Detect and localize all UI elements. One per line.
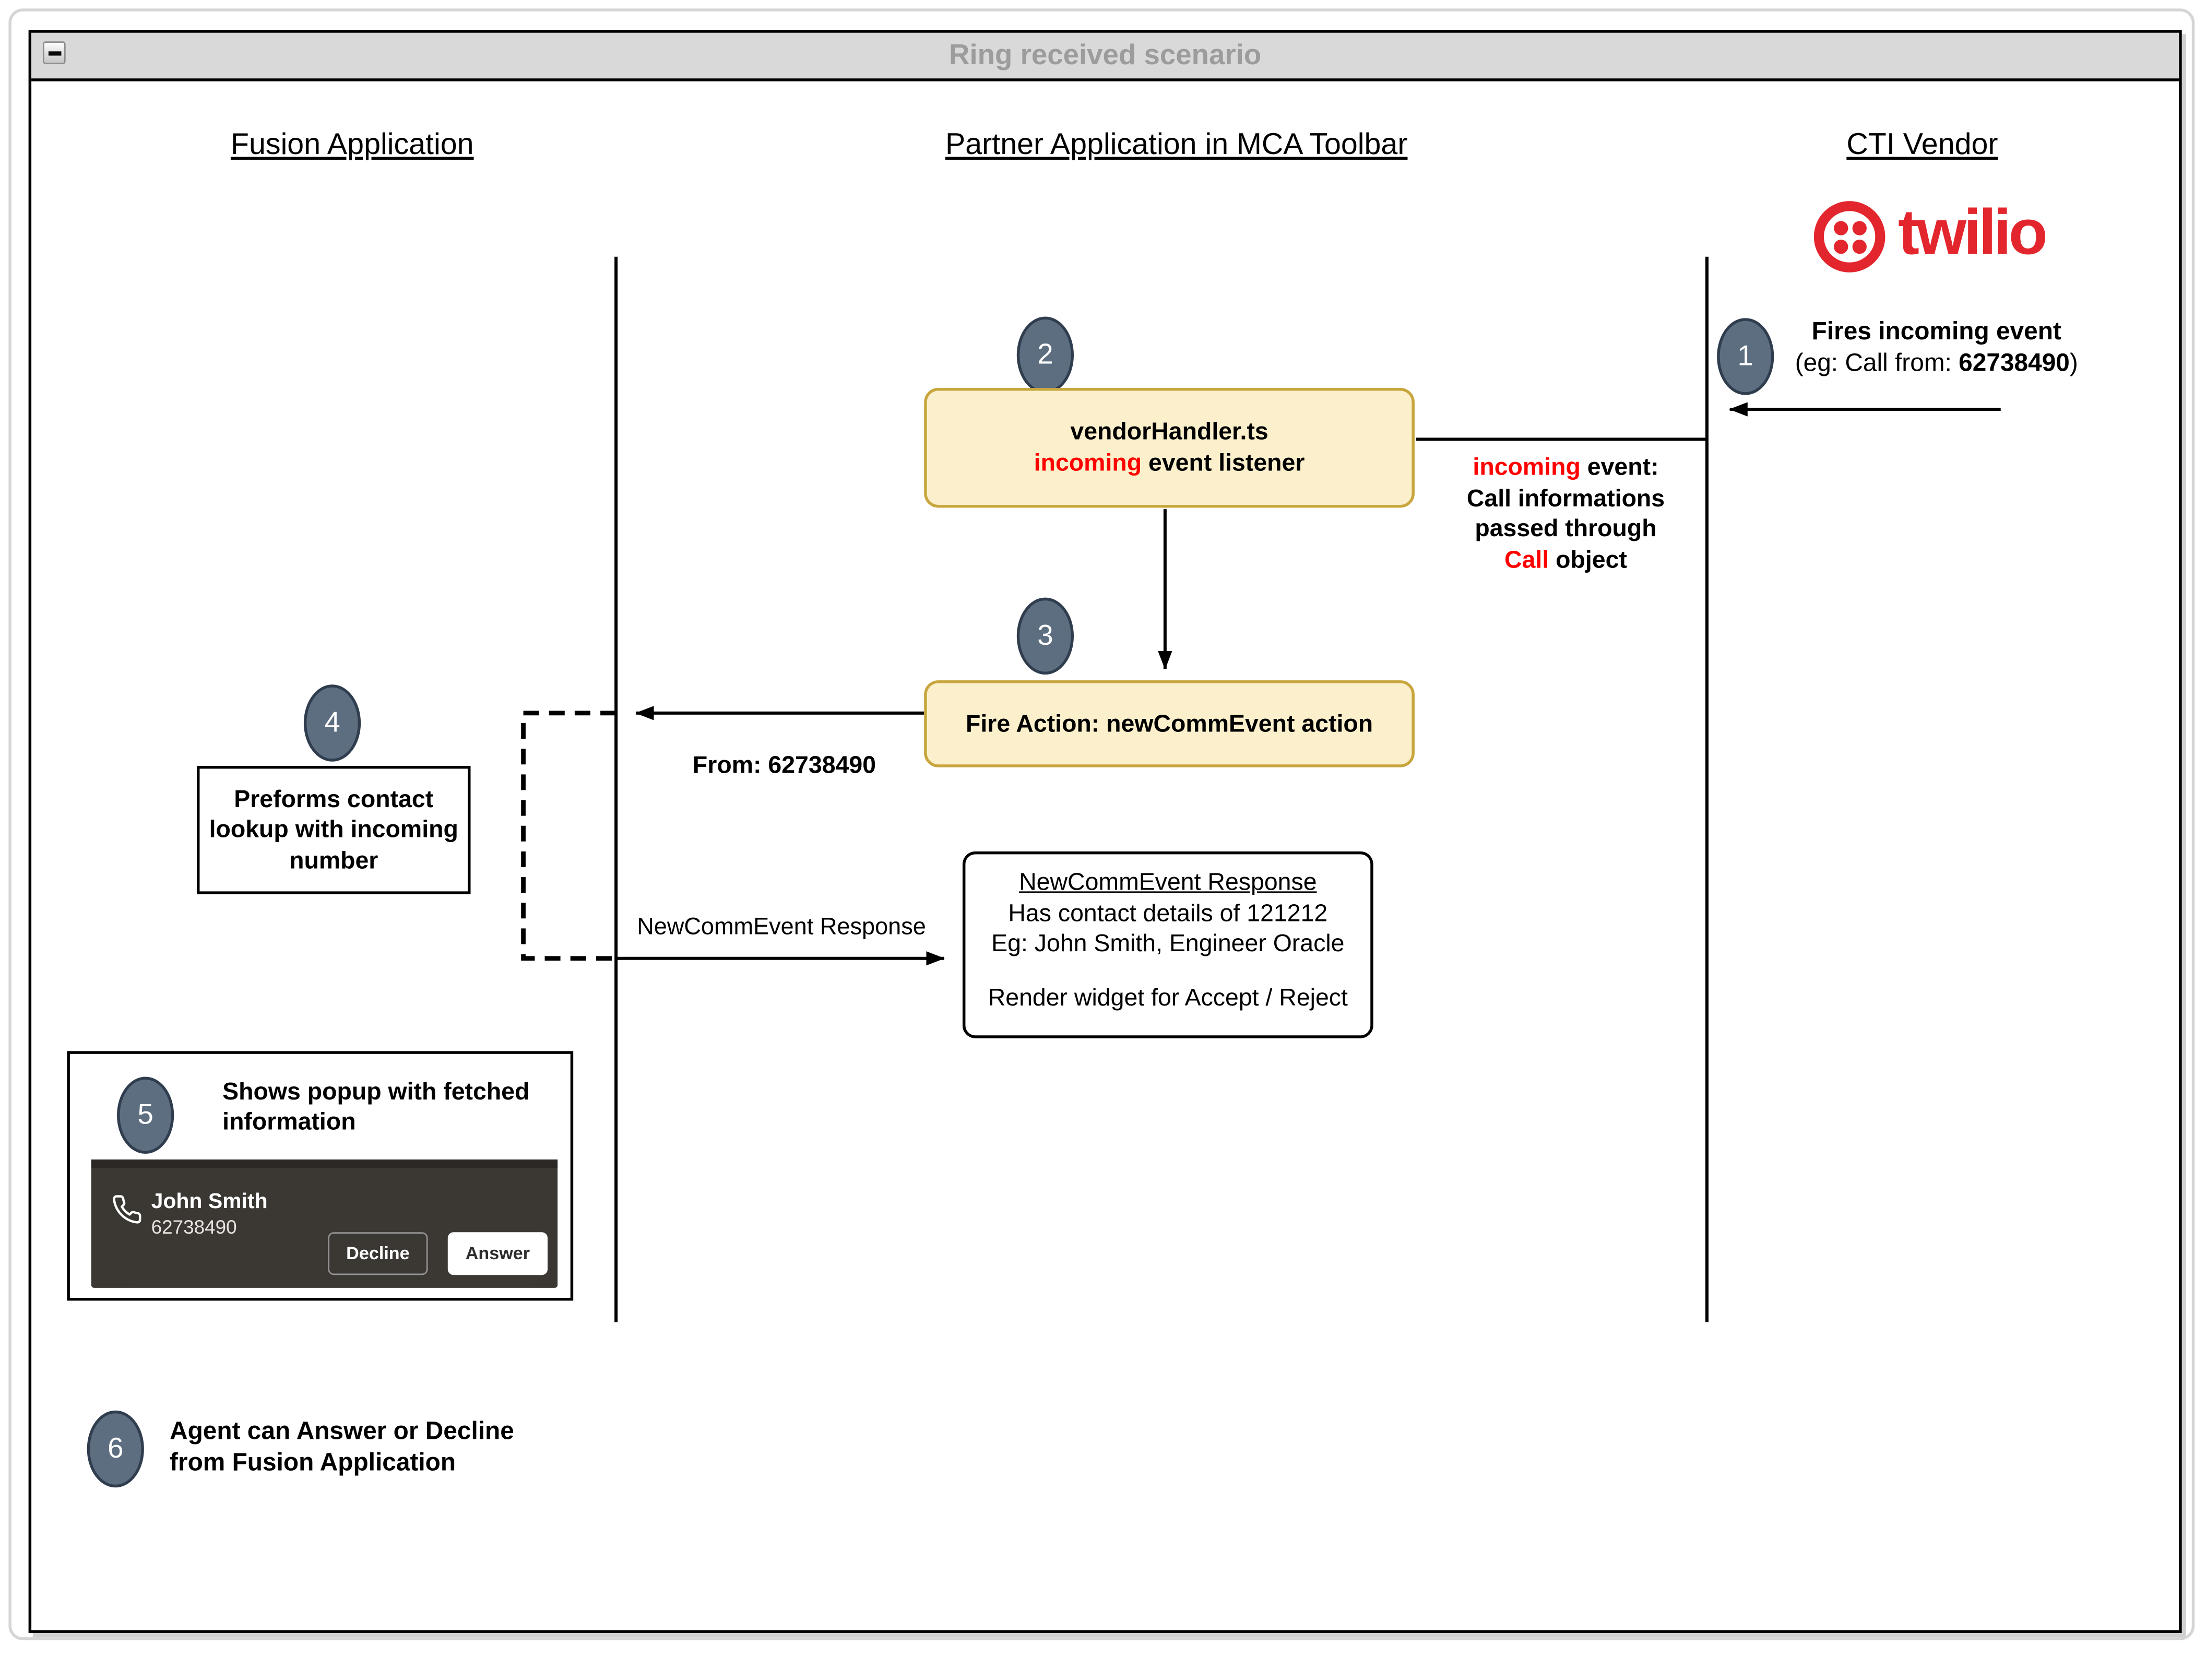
step1-example: (eg: Call from: 62738490) <box>1783 347 2091 378</box>
vendor-handler-rest: event listener <box>1142 449 1305 477</box>
twilio-icon <box>1813 201 1885 273</box>
response-box-line3: Render widget for Accept / Reject <box>988 983 1348 1011</box>
step6-line2: from Fusion Application <box>170 1447 456 1476</box>
incoming-event-note: incoming event: Call informations passed… <box>1433 452 1698 575</box>
lane-header-fusion-application: Fusion Application <box>230 128 474 161</box>
diagram-stage: Ring received scenario Fusion Applicatio… <box>0 0 2206 1680</box>
note-line1-rest: event: <box>1580 453 1659 481</box>
contact-lookup-line1: Preforms contact <box>234 785 434 813</box>
incoming-call-popup: John Smith 62738490 Decline Answer <box>91 1159 558 1288</box>
decline-button-label: Decline <box>346 1244 410 1264</box>
step-badge-6: 6 <box>87 1410 144 1488</box>
vendor-handler-filename: vendorHandler.ts <box>1070 418 1268 445</box>
note-line3: passed through <box>1475 515 1657 542</box>
vendor-handler-box: vendorHandler.ts incoming event listener <box>924 388 1415 508</box>
step-badge-3: 3 <box>1016 597 1074 675</box>
step6-label: Agent can Answer or Decline from Fusion … <box>170 1415 514 1477</box>
response-box-title: NewCommEvent Response <box>1019 868 1317 896</box>
window-titlebar: Ring received scenario <box>31 32 2179 81</box>
popup-top-strip <box>91 1159 558 1168</box>
step-number: 6 <box>108 1433 124 1464</box>
lane-header-partner-application: Partner Application in MCA Toolbar <box>945 128 1408 161</box>
answer-button-label: Answer <box>465 1244 530 1264</box>
step-number: 1 <box>1737 340 1753 372</box>
note-keyword-incoming: incoming <box>1473 453 1581 481</box>
step1-label: Fires incoming event (eg: Call from: 627… <box>1783 316 2091 377</box>
step1-example-prefix: (eg: Call from: <box>1795 347 1959 376</box>
step1-title: Fires incoming event <box>1811 316 2061 346</box>
twilio-wordmark: twilio <box>1898 195 2048 268</box>
from-number-label: From: 62738490 <box>692 751 876 779</box>
phone-icon <box>113 1195 141 1224</box>
step-number: 4 <box>324 706 340 738</box>
newcommevent-response-box: NewCommEvent Response Has contact detail… <box>962 851 1373 1038</box>
decline-button[interactable]: Decline <box>328 1232 428 1275</box>
step1-example-number: 62738490 <box>1959 347 2070 376</box>
popup-contact-name: John Smith <box>151 1189 268 1214</box>
twilio-logo: twilio <box>1813 195 2048 273</box>
popup-contact-number: 62738490 <box>151 1216 237 1238</box>
newcommevent-response-label: NewCommEvent Response <box>637 914 926 940</box>
step-number: 3 <box>1037 619 1053 652</box>
answer-button[interactable]: Answer <box>447 1232 548 1275</box>
step-number: 2 <box>1037 338 1053 370</box>
fire-action-label: Fire Action: newCommEvent action <box>965 709 1373 737</box>
lane-header-cti-vendor: CTI Vendor <box>1846 128 1998 161</box>
note-line2: Call informations <box>1466 484 1665 512</box>
fire-action-box: Fire Action: newCommEvent action <box>924 680 1415 767</box>
step6-line1: Agent can Answer or Decline <box>170 1416 514 1445</box>
vendor-handler-listener: incoming event listener <box>1034 448 1305 479</box>
contact-lookup-line3: number <box>289 847 378 874</box>
response-box-line1: Has contact details of 121212 <box>1008 899 1328 927</box>
note-line1: incoming event: <box>1433 452 1698 483</box>
response-box-line2: Eg: John Smith, Engineer Oracle <box>991 930 1345 957</box>
step-badge-4: 4 <box>303 684 361 762</box>
note-line4: Call object <box>1433 544 1698 575</box>
note-keyword-call: Call <box>1504 545 1549 573</box>
window-title: Ring received scenario <box>949 40 1262 72</box>
step1-example-suffix: ) <box>2069 347 2078 376</box>
step5-label: Shows popup with fetched information <box>222 1078 530 1135</box>
step-number: 5 <box>137 1098 153 1130</box>
step-badge-2: 2 <box>1016 316 1074 394</box>
contact-lookup-box: Preforms contact lookup with incoming nu… <box>196 765 471 894</box>
step-badge-1: 1 <box>1717 318 1774 395</box>
vendor-handler-keyword: incoming <box>1034 449 1142 477</box>
step-badge-5: 5 <box>117 1076 174 1154</box>
popup-section-box: 5 Shows popup with fetched information J… <box>67 1051 574 1301</box>
note-line4-rest: object <box>1549 545 1627 573</box>
contact-lookup-line2: lookup with incoming <box>209 816 458 844</box>
